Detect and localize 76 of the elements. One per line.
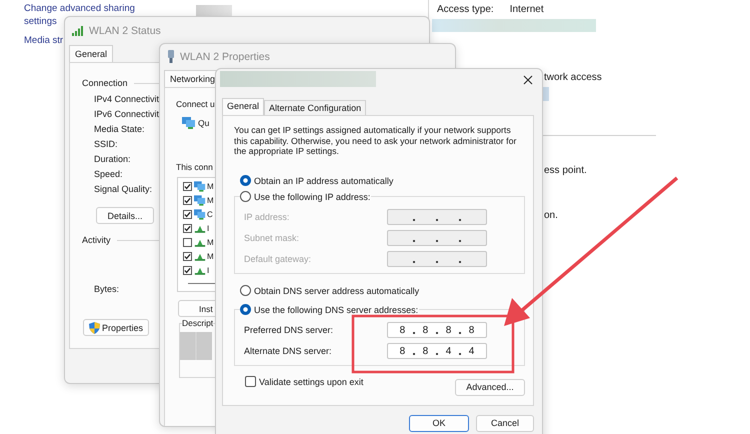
tab[interactable]: General [222, 98, 264, 115]
cancel-button[interactable]: Cancel [476, 414, 534, 432]
components-label: This conn [176, 161, 213, 173]
radio-option[interactable]: Use the following DNS server addresses: [240, 304, 420, 316]
radio-button[interactable] [240, 304, 251, 315]
computer-icon [194, 194, 206, 206]
ok-button[interactable]: OK [409, 414, 469, 432]
settings-link[interactable]: settings [24, 16, 57, 28]
radio-option[interactable]: Obtain an IP address automatically [240, 174, 394, 186]
field-label: Media State: [94, 123, 146, 136]
access-type-value: Internet [510, 4, 544, 15]
close-icon[interactable] [523, 75, 533, 85]
checkbox[interactable] [183, 196, 192, 204]
radio-button[interactable] [240, 191, 251, 202]
field-label: Duration: [94, 153, 132, 166]
info-text: ess point. [544, 165, 587, 176]
component-name: M [207, 252, 214, 260]
checkbox[interactable] [183, 224, 192, 232]
component-name: M [207, 238, 214, 246]
settings-link[interactable]: Media str [24, 35, 64, 48]
info-text: on. [544, 210, 558, 221]
field-label: Bytes: [94, 284, 120, 294]
field-label: IP address: [244, 212, 290, 222]
intro-text: You can get IP settings assigned automatically if your network supports this capability. Otherwise, you need to ask your network administrator for the appropriate IP settings. [234, 125, 518, 156]
checkbox-option[interactable]: Validate settings upon exit [245, 374, 364, 388]
group-heading: Descript [182, 318, 214, 329]
field-label: Subnet mask: [244, 233, 300, 243]
field-label: Preferred DNS server: [244, 325, 334, 335]
field-label: Alternate DNS server: [244, 346, 333, 356]
checkbox[interactable] [183, 252, 192, 260]
field-label: SSID: [94, 138, 119, 151]
radio-option[interactable]: Obtain DNS server address automatically [240, 284, 420, 296]
computer-icon [194, 208, 206, 220]
computer-icon [194, 180, 206, 192]
field-label: IPv6 Connectivit [94, 108, 160, 121]
checkbox[interactable] [183, 266, 192, 274]
checkbox[interactable] [183, 210, 192, 218]
field-label: Speed: [94, 168, 124, 181]
plug-icon [167, 50, 175, 64]
radio-button[interactable] [240, 285, 251, 296]
ip-address-field[interactable] [387, 209, 487, 225]
shield-icon [88, 322, 100, 334]
details-button[interactable]: Details... [96, 207, 154, 224]
signal-icon [72, 26, 84, 36]
settings-link[interactable]: Change advanced sharing [24, 3, 135, 16]
ip-address-field[interactable] [387, 251, 487, 267]
component-name: I [207, 224, 210, 232]
component-name: M [207, 182, 214, 190]
component-name: I [207, 266, 210, 274]
checkbox[interactable] [183, 238, 192, 246]
field-label: Default gateway: [244, 254, 312, 264]
blurred-bar [180, 332, 212, 360]
field-label: Signal Quality: [94, 183, 154, 196]
component-name: M [207, 196, 214, 204]
info-text: twork access [544, 72, 602, 83]
ip-address-field[interactable]: 8 8 8 8 [387, 322, 487, 338]
checkbox[interactable] [183, 182, 192, 190]
window-title: WLAN 2 Status [89, 25, 161, 37]
section-heading: Activity [82, 234, 111, 246]
properties-button[interactable]: Properties [83, 319, 149, 336]
adapter-name: Qu [198, 117, 210, 130]
access-type-label: Access type: [437, 4, 494, 15]
ip-address-field[interactable] [387, 230, 487, 246]
connect-using-label: Connect u [176, 98, 215, 110]
component-name: C [207, 210, 213, 218]
radio-option[interactable]: Use the following IP address: [240, 190, 372, 202]
checkbox[interactable] [245, 376, 256, 387]
window-title: WLAN 2 Properties [180, 51, 270, 63]
tab[interactable]: General [69, 45, 114, 62]
radio-button[interactable] [240, 175, 251, 186]
network-adapter-icon [182, 117, 196, 129]
field-label: IPv4 Connectivit [94, 93, 160, 106]
tab[interactable]: Alternate Configuration [264, 100, 366, 115]
ip-address-field[interactable]: 8 8 4 4 [387, 343, 487, 359]
section-heading: Connection [82, 77, 128, 89]
advanced-button[interactable]: Advanced... [455, 378, 525, 396]
